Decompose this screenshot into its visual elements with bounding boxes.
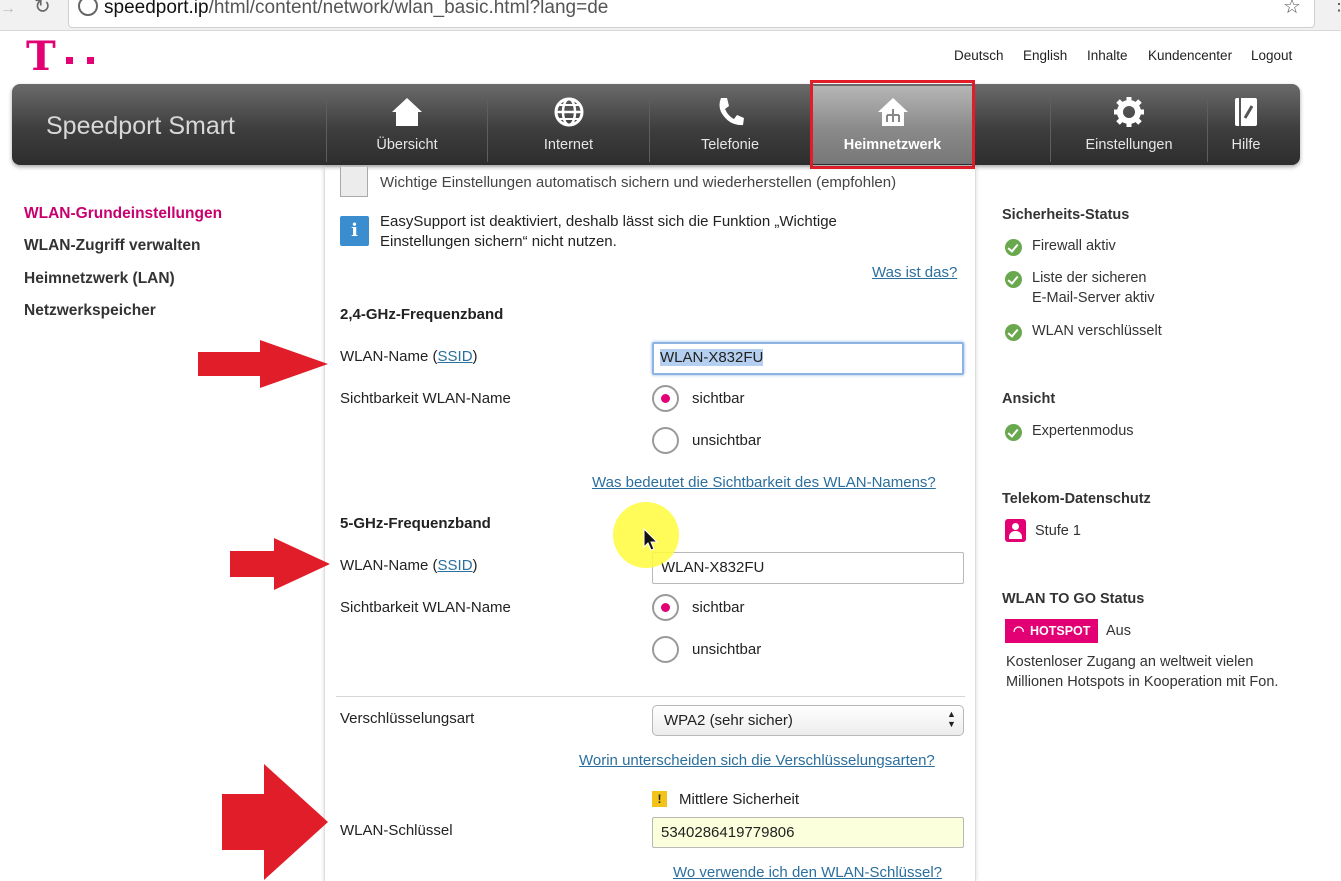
nav-tab-einstellungen[interactable]: Einstellungen xyxy=(1051,86,1207,164)
band24-invisible-radio[interactable] xyxy=(652,427,679,454)
nav-tab-hilfe[interactable]: Hilfe xyxy=(1208,86,1284,164)
lang-english-link[interactable]: English xyxy=(1023,48,1067,63)
security-level-text: Mittlere Sicherheit xyxy=(679,791,800,808)
encryption-label: Verschlüsselungsart xyxy=(340,710,475,727)
mouse-cursor-icon xyxy=(643,528,659,551)
band24-visible-radio[interactable] xyxy=(652,385,679,412)
info-icon: i xyxy=(340,216,369,246)
band24-visibility-label: Sichtbarkeit WLAN-Name xyxy=(340,390,511,407)
check-icon xyxy=(1005,271,1022,288)
band5-visible-radio[interactable] xyxy=(652,594,679,621)
band5-ssid-input[interactable]: WLAN-X832FU xyxy=(652,552,964,584)
logout-link[interactable]: Logout xyxy=(1251,48,1292,63)
help-book-icon xyxy=(1235,98,1257,126)
band5-invisible-label: unsichtbar xyxy=(692,641,762,658)
wlan-to-go-title: WLAN TO GO Status xyxy=(1002,591,1145,607)
gear-icon xyxy=(1114,97,1144,127)
check-icon xyxy=(1005,424,1022,441)
highlight-box xyxy=(810,80,975,169)
nav-tab-internet[interactable]: Internet xyxy=(488,86,649,164)
wlan-encrypted-status: WLAN verschlüsselt xyxy=(1032,323,1162,339)
url-text: speedport.ip/html/content/network/wlan_b… xyxy=(104,0,609,18)
band24-ssid-input[interactable]: WLAN-X832FU xyxy=(652,342,964,375)
menu-item-wlan-zugriff[interactable]: WLAN-Zugriff verwalten xyxy=(24,237,201,255)
lang-deutsch-link[interactable]: Deutsch xyxy=(954,48,1004,63)
firewall-status: Firewall aktiv xyxy=(1032,238,1116,254)
check-icon xyxy=(1005,239,1022,256)
nav-tab-telefonie[interactable]: Telefonie xyxy=(650,86,810,164)
what-is-this-link[interactable]: Was ist das? xyxy=(872,264,957,281)
wlan-key-input[interactable]: 5340286419779806 xyxy=(652,817,964,848)
security-status-title: Sicherheits-Status xyxy=(1002,207,1130,223)
mail-server-status-line1: Liste der sicheren xyxy=(1032,270,1147,286)
wlan-to-go-text-line1: Kostenloser Zugang an weltweit vielen xyxy=(1006,654,1254,670)
select-arrows-icon: ▲ ▼ xyxy=(947,709,956,729)
section-divider xyxy=(336,696,965,697)
contents-link[interactable]: Inhalte xyxy=(1087,48,1128,63)
brand-title: Speedport Smart xyxy=(46,112,235,140)
phone-icon xyxy=(719,98,744,126)
expert-mode-status[interactable]: Expertenmodus xyxy=(1032,423,1134,439)
hotspot-state: Aus xyxy=(1106,623,1131,639)
reload-icon[interactable]: ↻ xyxy=(34,0,51,19)
auto-backup-label: Wichtige Einstellungen automatisch siche… xyxy=(380,174,897,191)
privacy-title: Telekom-Datenschutz xyxy=(1002,491,1151,507)
encryption-help-link[interactable]: Worin unterscheiden sich die Verschlüsse… xyxy=(579,752,935,769)
warning-icon: ! xyxy=(652,791,667,807)
red-arrow-icon xyxy=(198,340,328,388)
hotspot-badge: ◠ HOTSPOT xyxy=(1005,619,1098,643)
wlan-to-go-text-line2: Millionen Hotspots in Kooperation mit Fo… xyxy=(1006,674,1279,690)
red-arrow-icon xyxy=(222,764,328,880)
menu-item-heimnetzwerk-lan[interactable]: Heimnetzwerk (LAN) xyxy=(24,270,175,288)
key-help-link[interactable]: Wo verwende ich den WLAN-Schlüssel? xyxy=(673,864,942,881)
menu-item-wlan-grundeinstellungen[interactable]: WLAN-Grundeinstellungen xyxy=(24,205,222,223)
band24-title: 2,4-GHz-Frequenzband xyxy=(340,306,504,323)
home-icon xyxy=(392,98,422,126)
band5-ssid-label: WLAN-Name (SSID) xyxy=(340,557,478,574)
info-text-line1: EasySupport ist deaktiviert, deshalb läs… xyxy=(380,213,837,230)
band24-invisible-label: unsichtbar xyxy=(692,432,762,449)
red-arrow-icon xyxy=(230,538,330,590)
auto-backup-checkbox[interactable] xyxy=(340,167,368,197)
info-text-line2: Einstellungen sichern“ nicht nutzen. xyxy=(380,233,617,250)
globe-icon xyxy=(554,97,583,127)
logo-dot xyxy=(66,57,73,64)
band5-invisible-radio[interactable] xyxy=(652,636,679,663)
ssid-link[interactable]: SSID xyxy=(438,348,473,365)
band5-title: 5-GHz-Frequenzband xyxy=(340,515,491,532)
nav-tab-uebersicht[interactable]: Übersicht xyxy=(327,86,487,164)
customer-center-link[interactable]: Kundencenter xyxy=(1148,48,1232,63)
menu-item-netzwerkspeicher[interactable]: Netzwerkspeicher xyxy=(24,302,156,320)
wifi-icon: ◠ xyxy=(1013,623,1025,638)
band5-visible-label: sichtbar xyxy=(692,599,745,616)
bookmark-star-icon[interactable]: ☆ xyxy=(1283,0,1301,19)
band24-ssid-label: WLAN-Name (SSID) xyxy=(340,348,478,365)
telekom-logo[interactable]: T xyxy=(26,37,56,77)
view-title: Ansicht xyxy=(1002,391,1056,407)
ssid-link[interactable]: SSID xyxy=(438,557,473,574)
band5-visibility-label: Sichtbarkeit WLAN-Name xyxy=(340,599,511,616)
menu-icon[interactable]: ⋮ xyxy=(1330,0,1341,15)
back-icon[interactable]: → xyxy=(0,0,16,18)
wlan-key-label: WLAN-Schlüssel xyxy=(340,822,453,839)
privacy-user-icon xyxy=(1005,519,1026,542)
check-icon xyxy=(1005,324,1022,341)
band24-visible-label: sichtbar xyxy=(692,390,745,407)
mail-server-status-line2: E-Mail-Server aktiv xyxy=(1032,290,1155,306)
privacy-level[interactable]: Stufe 1 xyxy=(1035,523,1081,539)
logo-dot xyxy=(87,57,94,64)
visibility-help-link[interactable]: Was bedeutet die Sichtbarkeit des WLAN-N… xyxy=(592,474,936,491)
encryption-select[interactable]: WPA2 (sehr sicher) xyxy=(652,705,964,736)
